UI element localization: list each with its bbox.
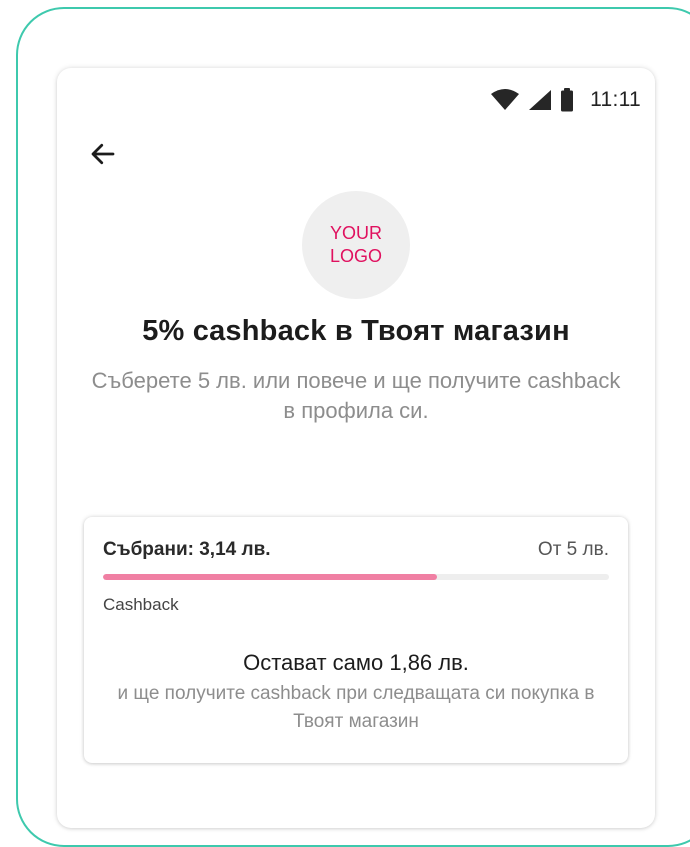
progress-bar [103, 574, 609, 580]
back-button[interactable] [85, 138, 121, 174]
progress-fill [103, 574, 437, 580]
remaining-amount: Остават само 1,86 лв. [243, 650, 469, 675]
target-amount: От 5 лв. [537, 539, 609, 560]
status-time: 11:11 [590, 88, 641, 111]
signal-icon [528, 89, 552, 111]
cashback-label: Cashback [103, 595, 179, 614]
offer-title: 5% cashback в Твоят магазин [142, 315, 570, 347]
offer-subtitle: Съберете 5 лв. или повече и ще получите … [91, 368, 621, 423]
logo-line-1: YOUR [329, 223, 382, 243]
battery-icon [560, 88, 574, 112]
logo-line-2: LOGO [329, 246, 382, 266]
arrow-left-icon [88, 139, 118, 174]
status-bar: 11:11 [490, 86, 641, 114]
phone-screen: 11:11 YOUR LOGO 5% cashback в Твоят мага… [57, 68, 655, 828]
collected-amount: Събрани: 3,14 лв. [103, 539, 271, 560]
remaining-note: и ще получите cashback при следващата си… [117, 683, 595, 732]
progress-card: Събрани: 3,14 лв. От 5 лв. Cashback Оста… [84, 517, 628, 763]
store-logo: YOUR LOGO [302, 191, 410, 299]
wifi-icon [490, 89, 520, 111]
